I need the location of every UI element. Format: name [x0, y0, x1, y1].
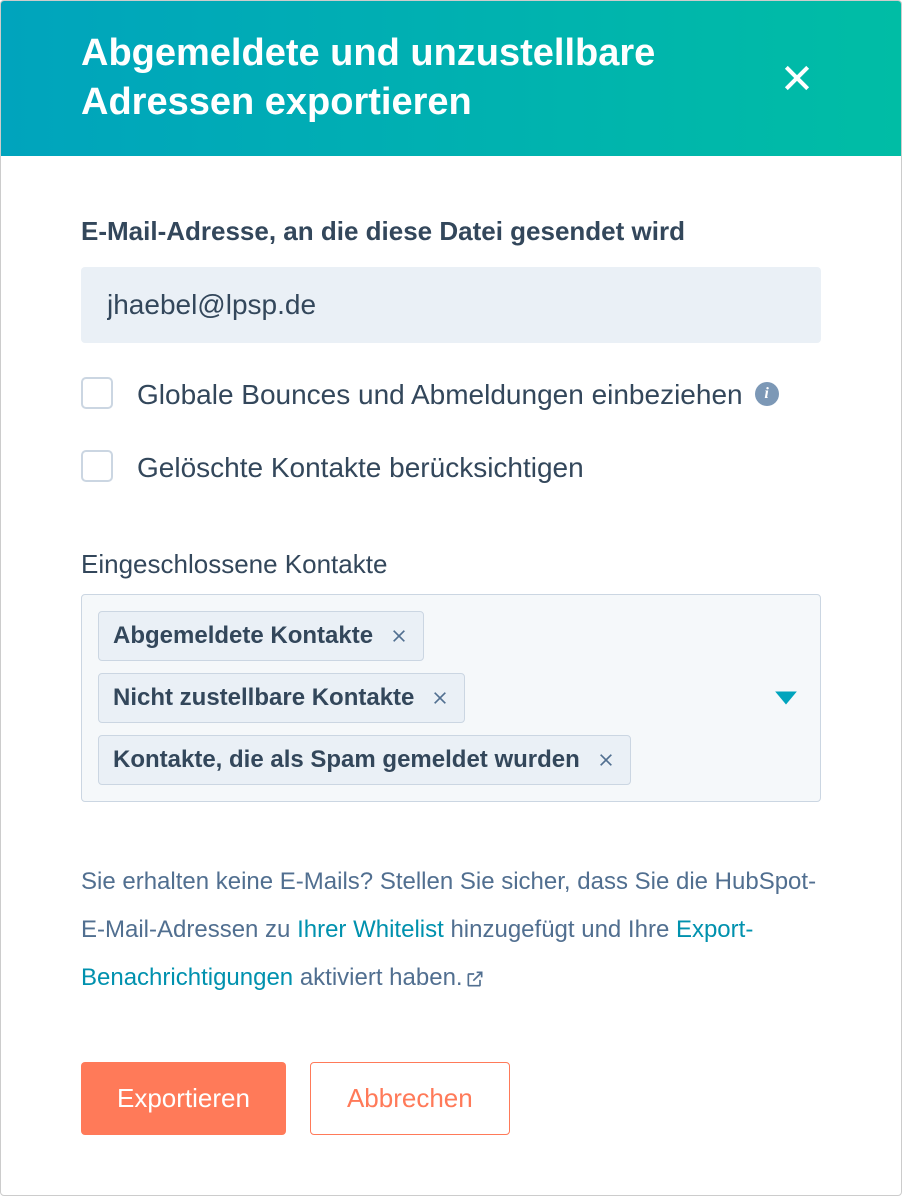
tag-remove-button[interactable] — [389, 626, 409, 646]
modal-header: Abgemeldete und unzustellbare Adressen e… — [1, 1, 901, 156]
checkbox-row-deleted: Gelöschte Kontakte berücksichtigen — [81, 448, 821, 487]
included-contacts-label: Eingeschlossene Kontakte — [81, 549, 821, 580]
close-icon — [432, 690, 448, 706]
cancel-button[interactable]: Abbrechen — [310, 1062, 510, 1135]
checkbox-global-bounces[interactable] — [81, 377, 113, 409]
help-text: Sie erhalten keine E-Mails? Stellen Sie … — [81, 858, 821, 1002]
tag-remove-button[interactable] — [430, 688, 450, 708]
close-button[interactable] — [773, 54, 821, 102]
checkbox-label-deleted: Gelöschte Kontakte berücksichtigen — [137, 448, 584, 487]
export-button[interactable]: Exportieren — [81, 1062, 286, 1135]
export-modal: Abgemeldete und unzustellbare Adressen e… — [0, 0, 902, 1196]
whitelist-link[interactable]: Ihrer Whitelist — [297, 916, 444, 943]
checkbox-row-global-bounces: Globale Bounces und Abmeldungen einbezie… — [81, 375, 821, 414]
checkbox-deleted-contacts[interactable] — [81, 450, 113, 482]
modal-body: E-Mail-Adresse, an die diese Datei gesen… — [1, 156, 901, 1195]
tag-label: Nicht zustellbare Kontakte — [113, 684, 414, 712]
tag-label: Kontakte, die als Spam gemeldet wurden — [113, 746, 580, 774]
tag-unsubscribed: Abgemeldete Kontakte — [98, 611, 424, 661]
dropdown-toggle[interactable] — [772, 684, 800, 712]
modal-footer: Exportieren Abbrechen — [81, 1062, 821, 1135]
modal-title: Abgemeldete und unzustellbare Adressen e… — [81, 29, 721, 128]
email-label: E-Mail-Adresse, an die diese Datei gesen… — [81, 216, 821, 247]
tag-remove-button[interactable] — [596, 750, 616, 770]
info-icon[interactable]: i — [755, 382, 779, 406]
tag-undeliverable: Nicht zustellbare Kontakte — [98, 673, 465, 723]
email-input[interactable] — [81, 267, 821, 343]
tag-spam: Kontakte, die als Spam gemeldet wurden — [98, 735, 631, 785]
close-icon — [781, 62, 813, 94]
close-icon — [598, 752, 614, 768]
close-icon — [391, 628, 407, 644]
external-link-icon — [465, 969, 485, 989]
tag-label: Abgemeldete Kontakte — [113, 622, 373, 650]
checkbox-label-global-bounces: Globale Bounces und Abmeldungen einbezie… — [137, 375, 779, 414]
chevron-down-icon — [773, 688, 799, 708]
included-contacts-select[interactable]: Abgemeldete Kontakte Nicht zustellbare K… — [81, 594, 821, 802]
